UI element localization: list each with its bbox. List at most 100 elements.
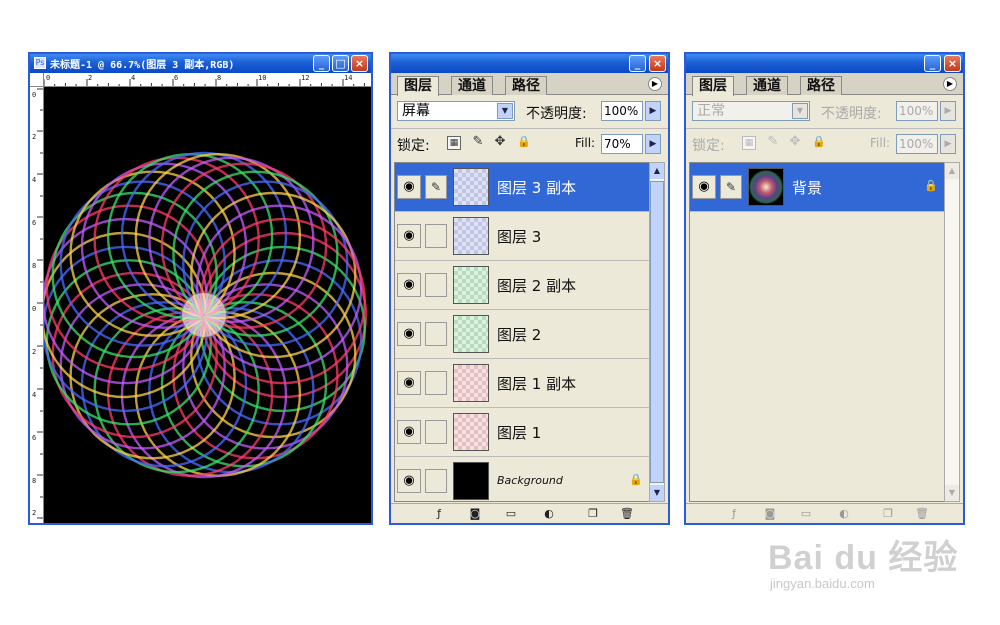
eye-icon[interactable]: ◉ [397, 420, 421, 444]
trash-icon[interactable]: 🗑 [619, 506, 635, 522]
close-button[interactable]: × [944, 55, 961, 72]
layer-row[interactable]: ◉ ✎ 图层 3 副本 [395, 163, 649, 212]
eye-icon[interactable]: ◉ [692, 175, 716, 199]
opacity-input[interactable]: 100% [896, 101, 938, 121]
layer-row[interactable]: ◉ 图层 1 副本 [395, 359, 649, 408]
link-slot[interactable] [425, 322, 447, 346]
eye-icon[interactable]: ◉ [397, 322, 421, 346]
new-group-folder-icon[interactable]: ▭ [503, 506, 519, 522]
layer-style-icon[interactable]: ƒ [726, 506, 742, 522]
layer-thumbnail [453, 266, 489, 304]
fill-input[interactable]: 100% [896, 134, 938, 154]
link-slot[interactable] [425, 273, 447, 297]
new-layer-icon[interactable]: ❐ [880, 506, 896, 522]
tab-paths[interactable]: 路径 [505, 76, 547, 95]
new-group-folder-icon[interactable]: ▭ [798, 506, 814, 522]
eye-icon[interactable]: ◉ [397, 224, 421, 248]
lock-pixels-brush-icon[interactable]: ✎ [471, 135, 485, 150]
chevron-down-icon[interactable]: ▼ [497, 103, 513, 119]
link-slot[interactable] [425, 224, 447, 248]
adjustment-layer-icon[interactable]: ◐ [836, 506, 852, 522]
close-button[interactable]: × [351, 55, 368, 72]
layers-list: ◉ ✎ 图层 3 副本 ◉ 图层 3 ◉ 图层 2 副本 ◉ 图层 2 ◉ 图层… [394, 162, 650, 502]
minimize-button[interactable]: _ [313, 55, 330, 72]
eye-icon[interactable]: ◉ [397, 469, 421, 493]
lock-transparency-icon[interactable]: ▦ [447, 136, 461, 150]
fill-slider-arrow-icon[interactable]: ▶ [645, 134, 661, 154]
tab-paths[interactable]: 路径 [800, 76, 842, 95]
lock-position-move-icon[interactable]: ✥ [788, 135, 802, 150]
layer-thumbnail [453, 364, 489, 402]
layer-row[interactable]: ◉ Background 🔒 [395, 457, 649, 501]
layer-row[interactable]: ◉ ✎ 背景 🔒 [690, 163, 944, 212]
tab-layers[interactable]: 图层 [692, 76, 734, 96]
eye-icon[interactable]: ◉ [397, 273, 421, 297]
new-layer-icon[interactable]: ❐ [585, 506, 601, 522]
layer-row[interactable]: ◉ 图层 3 [395, 212, 649, 261]
layers-scrollbar[interactable]: ▲ ▼ [944, 162, 960, 502]
brush-link-icon[interactable]: ✎ [720, 175, 742, 199]
fill-slider-arrow-icon[interactable]: ▶ [940, 134, 956, 154]
opacity-slider-arrow-icon[interactable]: ▶ [645, 101, 661, 121]
ruler-tick-label: 6 [32, 434, 37, 442]
close-icon: × [354, 57, 365, 70]
blend-mode-select[interactable]: 正常 ▼ [692, 101, 810, 121]
horizontal-ruler[interactable]: 0 2 4 6 8 10 12 14 [44, 73, 371, 87]
tab-channels[interactable]: 通道 [451, 76, 493, 95]
link-slot[interactable] [425, 371, 447, 395]
scroll-up-icon[interactable]: ▲ [945, 163, 959, 179]
minimize-icon: _ [318, 57, 325, 70]
layer-row[interactable]: ◉ 图层 2 [395, 310, 649, 359]
fill-input[interactable]: 70% [601, 134, 643, 154]
layers-scrollbar[interactable]: ▲ ▼ [649, 162, 665, 502]
layer-thumbnail [453, 413, 489, 451]
vertical-ruler[interactable]: 0 2 4 6 8 0 2 4 6 8 2 [30, 87, 44, 523]
scroll-up-icon[interactable]: ▲ [650, 163, 664, 179]
lock-transparency-icon[interactable]: ▦ [742, 136, 756, 150]
adjustment-layer-icon[interactable]: ◐ [541, 506, 557, 522]
lock-icon: 🔒 [924, 179, 938, 192]
lock-position-move-icon[interactable]: ✥ [493, 135, 507, 150]
layer-thumbnail [453, 462, 489, 500]
add-mask-icon[interactable]: ◙ [467, 506, 483, 522]
maximize-button[interactable]: □ [332, 55, 349, 72]
panel-menu-arrow-icon[interactable]: ▶ [943, 77, 957, 91]
document-title: 未标题-1 @ 66.7%(图层 3 副本,RGB) [50, 60, 235, 71]
watermark: Bai du 经验 jingyan.baidu.com [768, 530, 988, 600]
scroll-thumb[interactable] [650, 181, 664, 483]
scroll-down-icon[interactable]: ▼ [650, 485, 664, 501]
trash-icon[interactable]: 🗑 [914, 506, 930, 522]
image-canvas[interactable] [44, 87, 371, 523]
close-button[interactable]: × [649, 55, 666, 72]
opacity-input[interactable]: 100% [601, 101, 643, 121]
eye-icon[interactable]: ◉ [397, 371, 421, 395]
tab-layers[interactable]: 图层 [397, 76, 439, 96]
ruler-tick-label: 8 [32, 262, 37, 270]
scroll-down-icon[interactable]: ▼ [945, 485, 959, 501]
layer-row[interactable]: ◉ 图层 2 副本 [395, 261, 649, 310]
layers-panel-flattened: _ × 图层 通道 路径 ▶ 正常 ▼ 不透明度: 100% ▶ 锁定: ▦ ✎… [684, 52, 965, 525]
lock-label: 锁定: [692, 138, 725, 154]
add-mask-icon[interactable]: ◙ [762, 506, 778, 522]
eye-icon[interactable]: ◉ [397, 175, 421, 199]
panel-titlebar[interactable]: _ × [686, 54, 963, 73]
layer-style-icon[interactable]: ƒ [431, 506, 447, 522]
panel-titlebar[interactable]: _ × [391, 54, 668, 73]
lock-all-icon[interactable]: 🔒 [812, 136, 826, 150]
tab-channels[interactable]: 通道 [746, 76, 788, 95]
link-slot[interactable] [425, 420, 447, 444]
lock-all-icon[interactable]: 🔒 [517, 136, 531, 150]
lock-pixels-brush-icon[interactable]: ✎ [766, 135, 780, 150]
ruler-origin[interactable] [30, 73, 44, 87]
link-slot[interactable] [425, 469, 447, 493]
spirograph-artwork [44, 151, 368, 479]
brush-link-icon[interactable]: ✎ [425, 175, 447, 199]
opacity-slider-arrow-icon[interactable]: ▶ [940, 101, 956, 121]
document-titlebar[interactable]: Ps 未标题-1 @ 66.7%(图层 3 副本,RGB) _ □ × [30, 54, 371, 73]
panel-menu-arrow-icon[interactable]: ▶ [648, 77, 662, 91]
layer-row[interactable]: ◉ 图层 1 [395, 408, 649, 457]
chevron-down-icon[interactable]: ▼ [792, 103, 808, 119]
minimize-button[interactable]: _ [629, 55, 646, 72]
blend-mode-select[interactable]: 屏幕 ▼ [397, 101, 515, 121]
minimize-button[interactable]: _ [924, 55, 941, 72]
